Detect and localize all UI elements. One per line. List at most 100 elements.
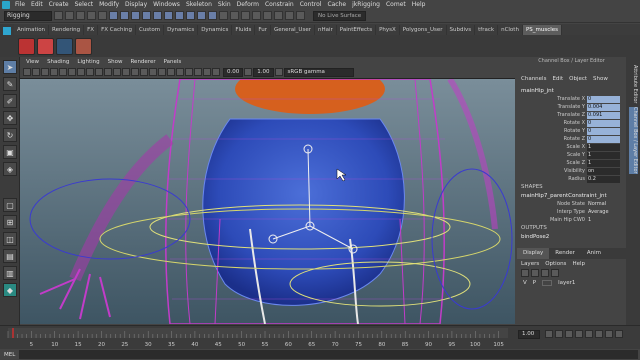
shelf-tab-nhair[interactable]: nHair (315, 25, 337, 35)
menu-windows[interactable]: Windows (150, 1, 183, 8)
single-view-layout-icon[interactable]: ▢ (3, 198, 17, 212)
attribute-editor-tab[interactable]: Attribute Editor (629, 65, 638, 103)
attribute-row[interactable]: Rotate Y0 (517, 127, 626, 135)
mask-misc-icon[interactable] (208, 11, 217, 20)
channel-menu-show[interactable]: Show (593, 76, 608, 82)
camera-attributes-icon[interactable] (32, 68, 40, 76)
attribute-value[interactable]: Normal (587, 201, 620, 208)
panel-menu-lighting[interactable]: Lighting (77, 59, 99, 65)
shelf-tab-rendering[interactable]: Rendering (49, 25, 85, 35)
custom-layout-icon[interactable]: ◆ (3, 283, 17, 297)
attribute-value[interactable]: 1 (587, 217, 620, 224)
step-back-icon[interactable] (555, 330, 563, 338)
node-name[interactable]: mainHip_jnt (517, 87, 626, 95)
ipr-render-icon[interactable] (285, 11, 294, 20)
rotate-tool-icon[interactable]: ↻ (3, 128, 17, 142)
xray-components-icon[interactable] (212, 68, 220, 76)
attribute-value[interactable]: 0.091 (587, 111, 620, 119)
mask-dynamic-icon[interactable] (186, 11, 195, 20)
attribute-row[interactable]: Translate Y 0.004 (517, 103, 626, 111)
shelf-tab-animation[interactable]: Animation (14, 25, 50, 35)
panel-menu-show[interactable]: Show (108, 59, 123, 65)
script-language-label[interactable]: MEL (0, 352, 19, 358)
ps-muscle-icon[interactable] (37, 37, 54, 55)
view-transform-select[interactable]: sRGB gamma (283, 67, 354, 77)
attribute-value[interactable]: 0.2 (587, 175, 620, 183)
smooth-shade-icon[interactable] (122, 68, 130, 76)
attribute-value[interactable]: Average (587, 209, 620, 216)
resolution-gate-icon[interactable] (77, 68, 85, 76)
shelf-tab-tfrack[interactable]: tfrack (475, 25, 499, 35)
scale-tool-icon[interactable]: ▣ (3, 145, 17, 159)
attribute-row[interactable]: Visibility on (517, 167, 626, 175)
attribute-row[interactable]: Scale Y1 (517, 151, 626, 159)
open-scene-icon[interactable] (65, 11, 74, 20)
xray-joints-icon[interactable] (203, 68, 211, 76)
layer-tab-render[interactable]: Render (549, 248, 581, 259)
attribute-value[interactable]: 0 (587, 135, 620, 143)
shelf-tab-fx[interactable]: FX (84, 25, 99, 35)
textured-icon[interactable] (140, 68, 148, 76)
safe-action-icon[interactable] (104, 68, 112, 76)
bookmark-icon[interactable] (41, 68, 49, 76)
current-time-marker[interactable] (12, 328, 14, 338)
gate-mask-icon[interactable] (86, 68, 94, 76)
menu-set-selector[interactable]: Rigging (4, 10, 52, 21)
layer-row[interactable]: V P layer1 (517, 278, 626, 288)
output-node-name[interactable]: bindPose2 (517, 233, 626, 241)
time-ruler[interactable]: 5 10 15 20 25 30 35 40 45 50 55 60 65 70 75 80 85 90 95 100… (0, 326, 640, 350)
lasso-tool-icon[interactable]: ✎ (3, 77, 17, 91)
lights-icon[interactable] (149, 68, 157, 76)
new-scene-icon[interactable] (54, 11, 63, 20)
shelf-tab-fx-caching[interactable]: FX Caching (98, 25, 136, 35)
image-plane-icon[interactable] (50, 68, 58, 76)
attribute-row[interactable]: Interp Type Average (517, 208, 626, 216)
layer-menu-help[interactable]: Help (572, 261, 585, 267)
attribute-value[interactable]: 0 (587, 95, 620, 103)
paint-select-icon[interactable]: ✐ (3, 94, 17, 108)
shelf-tab-general-user[interactable]: General_User (271, 25, 315, 35)
graph-layout-icon[interactable]: ▥ (3, 266, 17, 280)
menu-edit[interactable]: Edit (28, 1, 46, 8)
attribute-row[interactable]: Rotate Z0 (517, 135, 626, 143)
menu-jkrigging[interactable]: jkRigging (349, 1, 383, 8)
move-layer-up-icon[interactable] (521, 269, 529, 277)
gamma-icon[interactable] (244, 68, 253, 76)
move-tool-icon[interactable]: ✥ (3, 111, 17, 125)
layer-tab-display[interactable]: Display (517, 248, 550, 259)
history-icon[interactable] (263, 11, 272, 20)
gamma-field[interactable]: 1.00 (253, 67, 274, 77)
play-backward-icon[interactable] (575, 330, 583, 338)
attribute-value[interactable]: 1 (587, 159, 620, 167)
menu-comet[interactable]: Comet (383, 1, 409, 8)
attribute-value[interactable]: 0 (587, 119, 620, 127)
step-forward-icon[interactable] (605, 330, 613, 338)
wireframe-icon[interactable] (113, 68, 121, 76)
xray-icon[interactable] (194, 68, 202, 76)
layer-menu-layers[interactable]: Layers (521, 261, 539, 267)
layer-menu-options[interactable]: Options (545, 261, 566, 267)
new-layer-icon[interactable] (541, 269, 549, 277)
menu-control[interactable]: Control (297, 1, 325, 8)
select-hierarchy-icon[interactable] (109, 11, 118, 20)
attribute-row[interactable]: Radius 0.2 (517, 175, 626, 183)
shelf-tab-polygons-user[interactable]: Polygons_User (400, 25, 447, 35)
snap-point-icon[interactable] (241, 11, 250, 20)
layer-playback-toggle[interactable]: P (533, 280, 536, 286)
go-to-end-icon[interactable] (615, 330, 623, 338)
menu-constrain[interactable]: Constrain (262, 1, 297, 8)
attribute-value[interactable]: 0 (587, 127, 620, 135)
attribute-value[interactable]: 1 (587, 151, 620, 159)
attribute-row[interactable]: Main Hip CW0 1 (517, 216, 626, 224)
panel-menu-view[interactable]: View (26, 59, 39, 65)
color-management-icon[interactable] (274, 68, 283, 76)
layer-name[interactable]: layer1 (558, 280, 575, 286)
ambient-occlusion-icon[interactable] (167, 68, 175, 76)
menu-help[interactable]: Help (409, 1, 429, 8)
snap-curve-icon[interactable] (230, 11, 239, 20)
viewport-perspective[interactable] (20, 79, 515, 324)
menu-create[interactable]: Create (46, 1, 72, 8)
mask-joint-icon[interactable] (142, 11, 151, 20)
attribute-value[interactable]: 1 (587, 143, 620, 151)
go-to-start-icon[interactable] (545, 330, 553, 338)
